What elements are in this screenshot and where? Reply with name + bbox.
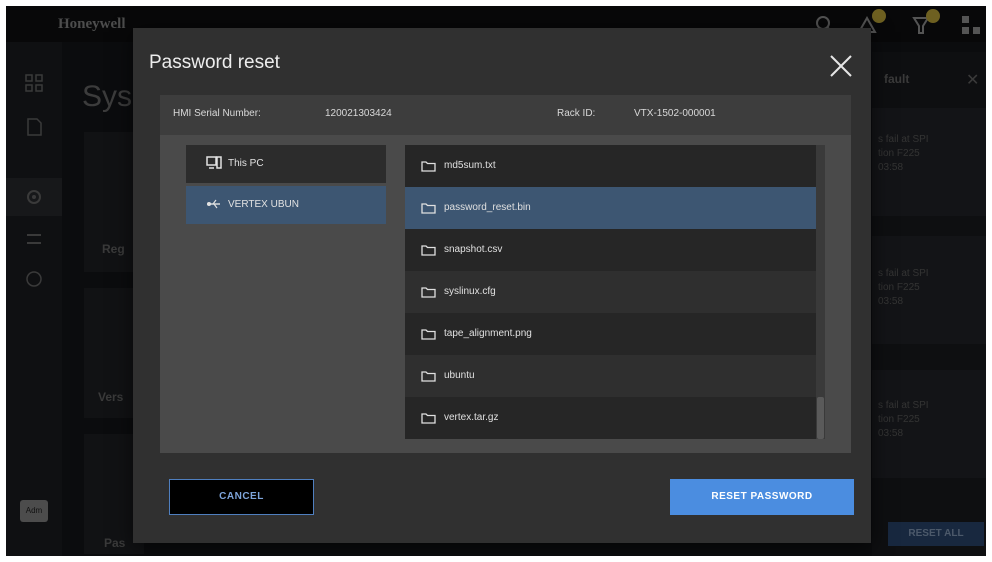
- password-reset-dialog: Password reset HMI Serial Number: 120021…: [133, 28, 871, 543]
- file-row[interactable]: ubuntu: [405, 355, 816, 397]
- file-name: password_reset.bin: [444, 202, 531, 213]
- file-name: syslinux.cfg: [444, 286, 496, 297]
- file-list[interactable]: md5sum.txt password_reset.bin snapshot.c…: [405, 145, 816, 439]
- file-row[interactable]: syslinux.cfg: [405, 271, 816, 313]
- location-label: This PC: [228, 158, 264, 169]
- file-row[interactable]: tape_alignment.png: [405, 313, 816, 355]
- file-list-scrollbar[interactable]: [816, 145, 825, 439]
- folder-icon: [421, 412, 436, 424]
- folder-icon: [421, 328, 436, 340]
- location-label: VERTEX UBUN: [228, 199, 299, 210]
- rack-id-value: VTX-1502-000001: [634, 108, 716, 119]
- file-name: tape_alignment.png: [444, 328, 532, 339]
- cancel-button[interactable]: CANCEL: [169, 479, 314, 515]
- file-row[interactable]: snapshot.csv: [405, 229, 816, 271]
- file-name: md5sum.txt: [444, 160, 496, 171]
- location-this-pc[interactable]: This PC: [186, 145, 386, 183]
- serial-number-label: HMI Serial Number:: [173, 108, 261, 119]
- usb-icon: [206, 197, 222, 211]
- file-name: vertex.tar.gz: [444, 412, 499, 423]
- folder-icon: [421, 370, 436, 382]
- file-name: snapshot.csv: [444, 244, 503, 255]
- file-name: ubuntu: [444, 370, 475, 381]
- app-screen: Honeywell Adm Sys Reg Vers Pas fault ✕ s…: [6, 6, 986, 556]
- device-info-bar: HMI Serial Number: 120021303424 Rack ID:…: [160, 95, 851, 135]
- computer-icon: [206, 156, 222, 170]
- file-row[interactable]: vertex.tar.gz: [405, 397, 816, 439]
- folder-icon: [421, 160, 436, 172]
- scrollbar-thumb[interactable]: [817, 397, 824, 439]
- close-icon[interactable]: [827, 52, 855, 80]
- serial-number-value: 120021303424: [325, 108, 392, 119]
- file-row[interactable]: md5sum.txt: [405, 145, 816, 187]
- folder-icon: [421, 244, 436, 256]
- location-vertex-ubun[interactable]: VERTEX UBUN: [186, 186, 386, 224]
- reset-password-button[interactable]: RESET PASSWORD: [670, 479, 854, 515]
- dialog-title: Password reset: [149, 52, 280, 73]
- file-browser: This PC VERTEX UBUN md5sum.txt password_…: [160, 135, 851, 453]
- folder-icon: [421, 202, 436, 214]
- rack-id-label: Rack ID:: [557, 108, 596, 119]
- file-row[interactable]: password_reset.bin: [405, 187, 816, 229]
- folder-icon: [421, 286, 436, 298]
